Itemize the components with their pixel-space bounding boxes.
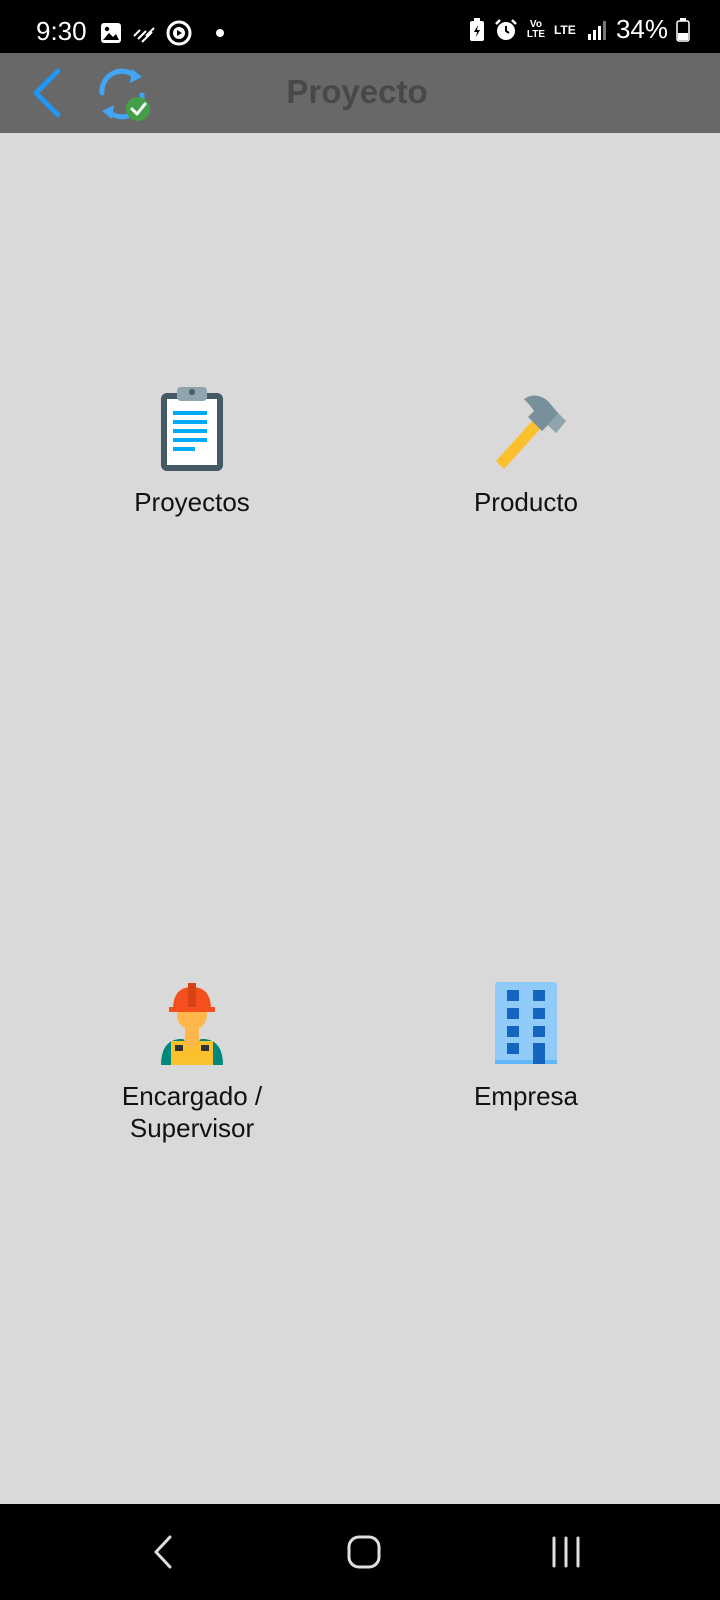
menu-item-empresa[interactable]: Empresa xyxy=(356,980,696,1112)
worker-icon xyxy=(150,980,234,1066)
status-bar: 9:30 Vo LTE LTE 34% xyxy=(0,0,720,53)
menu-item-encargado-supervisor[interactable]: Encargado / Supervisor xyxy=(22,980,362,1144)
lte-icon: LTE xyxy=(553,22,576,37)
signal-icon xyxy=(587,20,606,40)
menu-item-label: Producto xyxy=(473,487,579,517)
volte-icon: Vo LTE xyxy=(526,18,546,40)
nav-back-icon xyxy=(154,1535,172,1569)
status-left-icons xyxy=(100,20,226,46)
battery-percent: 34% xyxy=(615,14,668,44)
dot-icon xyxy=(216,29,224,37)
nav-back-button[interactable] xyxy=(134,1526,194,1578)
menu-item-label: Proyectos xyxy=(134,487,250,517)
nav-home-icon xyxy=(347,1535,381,1569)
system-nav-bar xyxy=(0,1504,720,1600)
status-time: 9:30 xyxy=(36,16,87,46)
status-right-icons: Vo LTE LTE 34% xyxy=(468,14,690,45)
menu-item-label: Empresa xyxy=(473,1081,579,1111)
nav-home-button[interactable] xyxy=(334,1526,394,1578)
clipboard-icon xyxy=(150,386,234,472)
signal-sync-icon xyxy=(133,27,155,43)
battery-saver-icon xyxy=(469,17,484,41)
alarm-icon xyxy=(495,18,517,40)
hammer-icon xyxy=(484,386,568,472)
menu-item-producto[interactable]: Producto xyxy=(356,386,696,518)
page-title: Proyecto xyxy=(286,73,428,110)
menu-item-label: Encargado / Supervisor xyxy=(121,1081,263,1143)
app-bar: Proyecto xyxy=(0,53,720,133)
battery-icon xyxy=(676,17,690,42)
building-icon xyxy=(484,980,568,1066)
play-circle-icon xyxy=(166,20,192,46)
nav-recents-icon xyxy=(552,1536,580,1568)
nav-recents-button[interactable] xyxy=(536,1526,596,1578)
menu-item-proyectos[interactable]: Proyectos xyxy=(22,386,362,518)
image-icon xyxy=(101,23,121,43)
